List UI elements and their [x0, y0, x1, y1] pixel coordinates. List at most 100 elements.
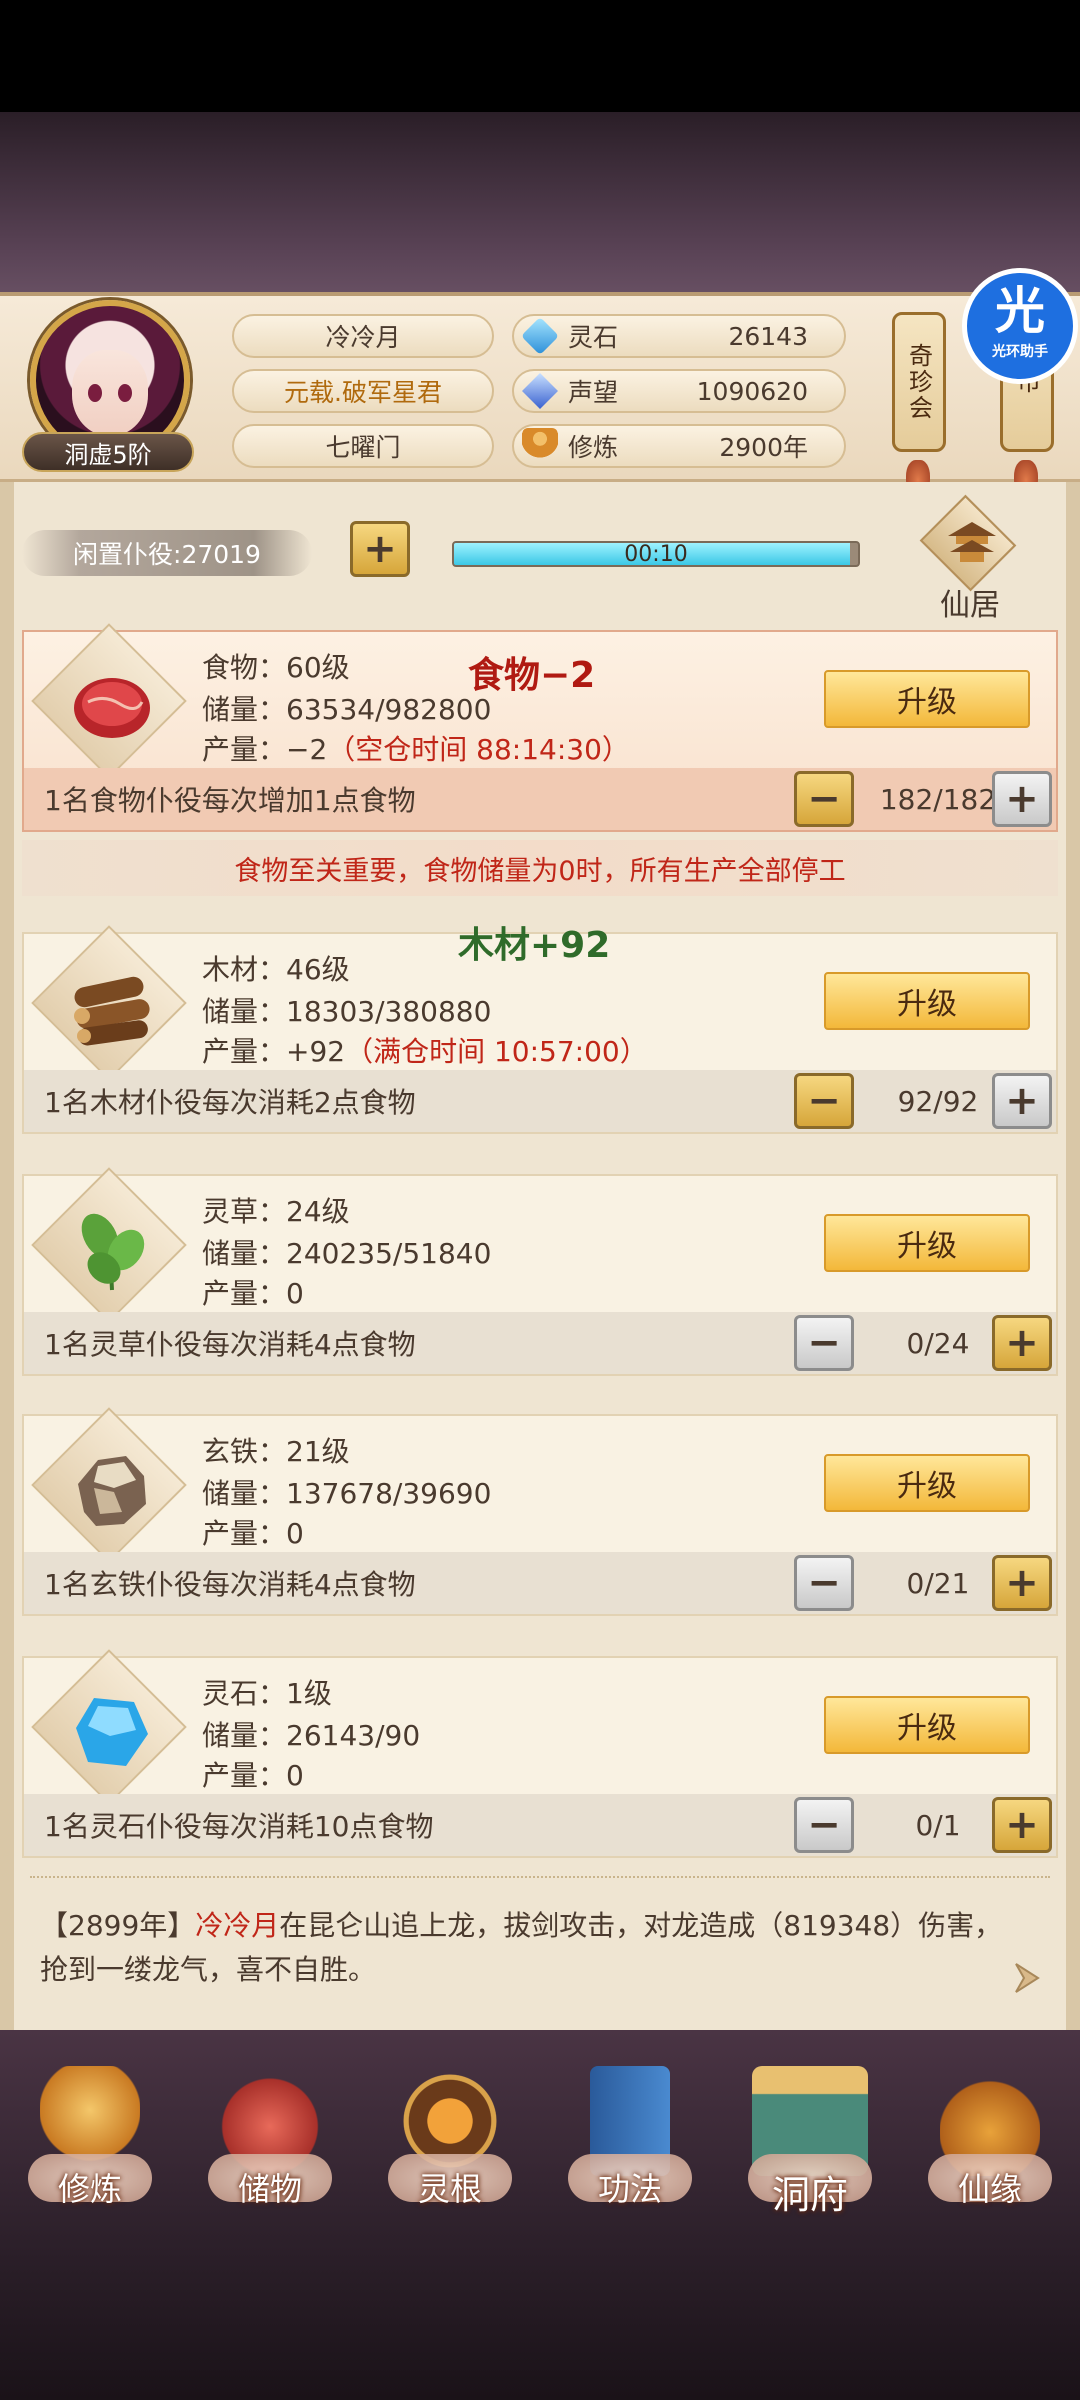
upgrade-wood-button[interactable]: 升级 — [824, 972, 1030, 1030]
servant-timer-bar: 00:10 — [452, 541, 860, 567]
servant-count: 92/92 — [897, 1084, 979, 1118]
upgrade-iron-button[interactable]: 升级 — [824, 1454, 1030, 1512]
resource-card-herb: 灵草：24级 储量：240235/51840 产量：0 升级 1名灵草仆役每次消… — [22, 1167, 1058, 1376]
plus-icon: + — [1005, 1560, 1039, 1606]
wood-change-popup: 木材+92 — [458, 925, 611, 966]
upgrade-herb-button[interactable]: 升级 — [824, 1214, 1030, 1272]
servant-consumption-text: 1名食物仆役每次增加1点食物 — [44, 784, 416, 817]
increase-iron-servants-button[interactable]: + — [992, 1555, 1052, 1611]
minus-icon: − — [807, 1078, 841, 1124]
resource-storage: 储量：26143/90 — [202, 1719, 421, 1752]
reputation-crystal-icon — [522, 373, 558, 409]
resource-card-spirit-stone: 灵石：1级 储量：26143/90 产量：0 升级 1名灵石仆役每次消耗10点食… — [22, 1649, 1058, 1858]
output-note: （空仓时间 88:14:30） — [327, 733, 630, 766]
add-servants-button[interactable]: + — [350, 521, 410, 577]
servant-consumption-text: 1名玄铁仆役每次消耗4点食物 — [44, 1568, 416, 1601]
servant-count: 0/21 — [906, 1566, 970, 1600]
nav-label: 修炼 — [57, 2170, 122, 2208]
overlay-assistant-badge[interactable]: 光 光环助手 — [962, 268, 1078, 384]
increase-herb-servants-button[interactable]: + — [992, 1315, 1052, 1371]
increase-wood-servants-button[interactable]: + — [992, 1073, 1052, 1129]
resource-output: 产量：+92（满仓时间 10:57:00） — [202, 1030, 648, 1070]
avatar-eye-left — [88, 384, 102, 402]
servant-count: 182/182 — [879, 782, 997, 816]
resource-level: 灵草：24级 — [202, 1195, 350, 1228]
nav-fate[interactable]: 仙缘 — [910, 2030, 1070, 2230]
resource-card-iron: 玄铁：21级 储量：137678/39690 产量：0 升级 1名玄铁仆役每次消… — [22, 1407, 1058, 1616]
status-bar-area — [0, 0, 1080, 112]
player-title[interactable]: 元载.破军星君 — [232, 369, 494, 413]
plus-icon: + — [363, 526, 397, 572]
food-change-popup: 食物−2 — [468, 655, 596, 696]
spirit-stone-icon — [76, 1698, 148, 1766]
minus-icon: − — [807, 776, 841, 822]
resource-level: 玄铁：21级 — [202, 1435, 350, 1468]
food-warning-notice: 食物至关重要，食物储量为0时，所有生产全部停工 — [22, 840, 1058, 896]
nav-label: 功法 — [597, 2170, 662, 2208]
assistant-logo-text: 光环助手 — [992, 344, 1048, 360]
treasure-pavilion-button[interactable]: 奇珍会 — [892, 312, 946, 452]
stat-label: 修炼 — [568, 433, 619, 462]
stat-value: 1090620 — [696, 376, 808, 406]
nav-label: 仙缘 — [957, 2170, 1022, 2208]
servant-count: 0/24 — [906, 1326, 970, 1360]
resource-output: 产量：−2（空仓时间 88:14:30） — [202, 728, 630, 768]
log-player-name: 冷冷月 — [195, 1909, 280, 1942]
plus-icon: + — [1005, 1802, 1039, 1848]
idle-servants-label: 闲置仆役:27019 — [22, 530, 312, 576]
stat-value: 2900年 — [719, 433, 808, 462]
resource-storage: 储量：240235/51840 — [202, 1237, 492, 1270]
iron-ore-icon — [78, 1456, 146, 1526]
output-note: （满仓时间 10:57:00） — [345, 1035, 648, 1068]
nav-cultivation[interactable]: 修炼 — [10, 2030, 170, 2230]
decrease-spirit-stone-servants-button[interactable]: − — [794, 1797, 854, 1853]
resource-storage: 储量：63534/982800 — [202, 693, 492, 726]
stat-value: 26143 — [728, 321, 808, 351]
output-value: 产量：+92 — [202, 1035, 346, 1068]
avatar-eye-right — [118, 384, 132, 402]
nav-label: 洞府 — [771, 2173, 848, 2217]
increase-food-servants-button[interactable]: + — [992, 771, 1052, 827]
assistant-logo-glyph: 光 — [995, 282, 1045, 340]
resource-storage: 储量：137678/39690 — [202, 1477, 492, 1510]
upgrade-food-button[interactable]: 升级 — [824, 670, 1030, 728]
resource-storage: 储量：18303/380880 — [202, 995, 492, 1028]
residence-label[interactable]: 仙居 — [910, 580, 1030, 624]
stat-label: 灵石 — [568, 323, 619, 352]
minus-icon: − — [807, 1560, 841, 1606]
bottom-navigation: 修炼 储物 灵根 功法 洞府 仙缘 — [0, 2030, 1080, 2230]
stat-reputation: 声望 1090620 — [512, 369, 846, 413]
minus-icon: − — [807, 1802, 841, 1848]
servant-count: 0/1 — [915, 1808, 961, 1842]
herb-icon — [81, 1213, 145, 1291]
plus-icon: + — [1005, 776, 1039, 822]
player-sect[interactable]: 七曜门 — [232, 424, 494, 468]
decrease-wood-servants-button[interactable]: − — [794, 1073, 854, 1129]
stat-cultivation: 修炼 2900年 — [512, 424, 846, 468]
log-year: 【2899年】 — [40, 1909, 196, 1942]
nav-spirit-root[interactable]: 灵根 — [370, 2030, 530, 2230]
increase-spirit-stone-servants-button[interactable]: + — [992, 1797, 1052, 1853]
nav-label: 灵根 — [417, 2170, 482, 2208]
spirit-stone-icon — [520, 316, 560, 356]
resource-output: 产量：0 — [202, 1759, 304, 1792]
expand-log-arrow-icon[interactable] — [1008, 1958, 1048, 1998]
meditation-icon — [522, 428, 558, 464]
ornamental-divider — [30, 1876, 1050, 1888]
upgrade-spirit-stone-button[interactable]: 升级 — [824, 1696, 1030, 1754]
decrease-herb-servants-button[interactable]: − — [794, 1315, 854, 1371]
resource-level: 食物：60级 — [202, 651, 350, 684]
nav-technique[interactable]: 功法 — [550, 2030, 710, 2230]
nav-label: 储物 — [237, 2170, 302, 2208]
decrease-iron-servants-button[interactable]: − — [794, 1555, 854, 1611]
resource-output: 产量：0 — [202, 1517, 304, 1550]
servant-consumption-text: 1名灵草仆役每次消耗4点食物 — [44, 1328, 416, 1361]
nav-cave-mansion[interactable]: 洞府 — [730, 2030, 890, 2230]
event-log[interactable]: 【2899年】冷冷月在昆仑山追上龙，拔剑攻击，对龙造成（819348）伤害，抢到… — [40, 1904, 1030, 1992]
resource-output: 产量：0 — [202, 1277, 304, 1310]
stat-spirit-stone: 灵石 26143 — [512, 314, 846, 358]
servant-consumption-text: 1名灵石仆役每次消耗10点食物 — [44, 1810, 434, 1843]
decrease-food-servants-button[interactable]: − — [794, 771, 854, 827]
minus-icon: − — [807, 1320, 841, 1366]
nav-storage[interactable]: 储物 — [190, 2030, 350, 2230]
